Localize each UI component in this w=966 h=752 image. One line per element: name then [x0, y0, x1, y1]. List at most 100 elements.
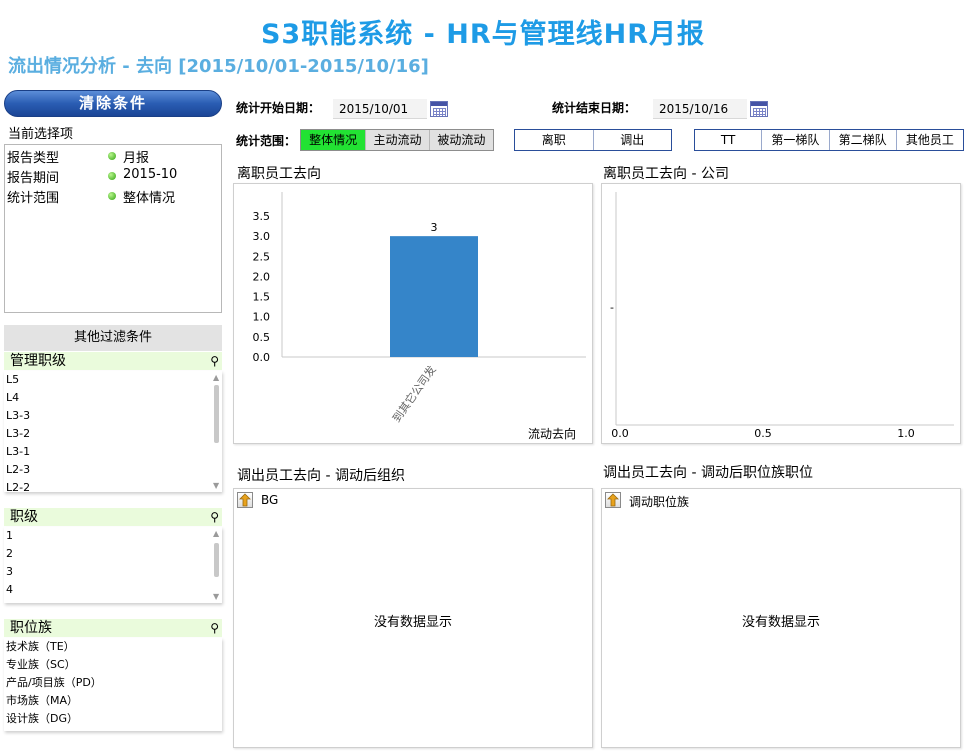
listbox-title: 职级 — [10, 509, 38, 525]
y-tick-label: 3.5 — [253, 210, 271, 223]
listbox-management-level[interactable]: L5 L4 L3-3 L3-2 L3-1 L2-3 L2-2 ▲ ▼ — [4, 371, 222, 492]
listbox-header-job-family[interactable]: 职位族 ⚲ — [4, 619, 222, 637]
y-tick-label: 0.5 — [253, 331, 271, 344]
list-item[interactable]: L5 — [4, 371, 222, 389]
y-tick-label: 2.5 — [253, 250, 271, 263]
scroll-down-icon[interactable]: ▼ — [213, 592, 219, 601]
list-item[interactable]: L2-2 — [4, 479, 222, 492]
x-tick-label: 0.0 — [611, 427, 629, 440]
column-header-bg[interactable]: BG — [261, 493, 278, 507]
list-item[interactable]: 产品/项目族（PD） — [4, 674, 222, 692]
scope-active-button[interactable]: 主动流动 — [366, 130, 430, 150]
scroll-up-icon[interactable]: ▲ — [213, 373, 219, 382]
team-button-group: TT 第一梯队 第二梯队 其他员工 — [694, 129, 964, 151]
scrollbar[interactable]: ▲ ▼ — [213, 529, 220, 601]
current-selection-label: 当前选择项 — [8, 127, 74, 142]
no-data-message: 没有数据显示 — [373, 615, 452, 630]
scroll-thumb[interactable] — [214, 385, 219, 443]
scope-button-group: 整体情况 主动流动 被动流动 — [300, 129, 494, 151]
column-header-job-family[interactable]: 调动职位族 — [629, 493, 689, 510]
scope-overall-button[interactable]: 整体情况 — [301, 130, 367, 150]
selection-row[interactable]: 统计范围 整体情况 — [7, 187, 221, 207]
current-selection-box: 报告类型 月报 报告期间 2015-10 统计范围 整体情况 — [4, 144, 222, 313]
y-tick-label: - — [610, 301, 614, 314]
start-date-label: 统计开始日期： — [236, 101, 321, 115]
list-item[interactable]: 设计族（DG） — [4, 710, 222, 728]
search-icon[interactable]: ⚲ — [210, 352, 219, 370]
selection-row[interactable]: 报告类型 月报 — [7, 147, 221, 167]
list-item[interactable]: L2-3 — [4, 461, 222, 479]
scroll-up-icon[interactable]: ▲ — [213, 529, 219, 538]
list-item[interactable]: 专业族（SC） — [4, 656, 222, 674]
chart-panel-resigned-company[interactable]: - 0.0 0.5 1.0 — [601, 183, 961, 444]
selection-key: 统计范围 — [7, 191, 60, 206]
list-item[interactable]: L3-1 — [4, 443, 222, 461]
data-label: 3 — [431, 221, 438, 234]
listbox-header-grade[interactable]: 职级 ⚲ — [4, 508, 222, 526]
type-button-group: 离职 调出 — [514, 129, 672, 151]
drill-up-icon[interactable] — [237, 492, 253, 508]
scrollbar[interactable]: ▲ ▼ — [213, 373, 220, 490]
y-tick-label: 1.5 — [253, 291, 271, 304]
selection-key: 报告类型 — [7, 151, 60, 166]
selection-value: 2015-10 — [123, 167, 178, 182]
listbox-title: 职位族 — [10, 620, 52, 636]
search-icon[interactable]: ⚲ — [210, 508, 219, 526]
listbox-job-family[interactable]: 技术族（TE） 专业族（SC） 产品/项目族（PD） 市场族（MA） 设计族（D… — [4, 638, 222, 731]
scope-passive-button[interactable]: 被动流动 — [430, 130, 493, 150]
team-other-button[interactable]: 其他员工 — [897, 130, 963, 150]
table-title-transfer-org: 调出员工去向 - 调动后组织 — [237, 468, 405, 484]
y-tick-label: 3.0 — [253, 230, 271, 243]
y-tick-label: 0.0 — [253, 351, 271, 364]
calendar-icon[interactable] — [430, 101, 448, 117]
no-data-message: 没有数据显示 — [741, 615, 820, 630]
other-filters-header: 其他过滤条件 — [4, 325, 222, 351]
table-panel-transfer-job-family[interactable]: 调动职位族 没有数据显示 — [601, 488, 961, 748]
list-item[interactable]: 2 — [4, 545, 222, 563]
search-icon[interactable]: ⚲ — [210, 619, 219, 637]
scroll-down-icon[interactable]: ▼ — [213, 481, 219, 490]
table-panel-transfer-org[interactable]: BG 没有数据显示 — [233, 488, 593, 748]
y-tick-label: 2.0 — [253, 270, 271, 283]
end-date-input[interactable]: 2015/10/16 — [653, 99, 747, 119]
selection-status-icon — [108, 172, 116, 180]
listbox-header-management-level[interactable]: 管理职级 ⚲ — [4, 352, 222, 370]
selection-status-icon — [108, 192, 116, 200]
chart-panel-resigned-destination[interactable]: 3.5 3.0 2.5 2.0 1.5 1.0 0.5 0.0 3 到其它公司发 流动去向 — [233, 183, 593, 444]
bar-chart: 3.5 3.0 2.5 2.0 1.5 1.0 0.5 0.0 3 到其它公司发流动去向 — [253, 192, 586, 441]
chart-title-resigned-company: 离职员工去向 - 公司 — [603, 166, 729, 182]
chart-title-resigned-destination: 离职员工去向 — [237, 166, 321, 182]
list-item[interactable]: 市场族（MA） — [4, 692, 222, 710]
x-tick-label: 1.0 — [897, 427, 915, 440]
empty-chart: - 0.0 0.5 1.0 — [610, 192, 954, 440]
end-date-label: 统计结束日期： — [552, 101, 637, 115]
listbox-title: 管理职级 — [10, 353, 66, 369]
scroll-thumb[interactable] — [214, 543, 219, 577]
selection-row[interactable]: 报告期间 2015-10 — [7, 167, 221, 187]
list-item[interactable]: 1 — [4, 527, 222, 545]
team-first-button[interactable]: 第一梯队 — [762, 130, 830, 150]
selection-value: 月报 — [123, 151, 150, 166]
scope-label: 统计范围： — [236, 134, 297, 148]
list-item[interactable]: 4 — [4, 581, 222, 599]
bar — [390, 236, 478, 357]
list-item[interactable]: L4 — [4, 389, 222, 407]
team-tt-button[interactable]: TT — [695, 130, 763, 150]
page-title: S3职能系统 - HR与管理线HR月报 — [260, 19, 705, 50]
selection-key: 报告期间 — [7, 171, 60, 186]
list-item[interactable]: 3 — [4, 563, 222, 581]
list-item[interactable]: 技术族（TE） — [4, 638, 222, 656]
drill-up-icon[interactable] — [605, 492, 621, 508]
y-tick-label: 1.0 — [253, 311, 271, 324]
resign-button[interactable]: 离职 — [515, 130, 594, 150]
list-item[interactable]: L3-3 — [4, 407, 222, 425]
list-item[interactable]: L3-2 — [4, 425, 222, 443]
listbox-grade[interactable]: 1 2 3 4 ▲ ▼ — [4, 527, 222, 603]
x-tick-label: 到其它公司发 — [389, 363, 438, 425]
calendar-icon[interactable] — [750, 101, 768, 117]
team-second-button[interactable]: 第二梯队 — [830, 130, 897, 150]
selection-status-icon — [108, 152, 116, 160]
start-date-input[interactable]: 2015/10/01 — [333, 99, 427, 119]
transfer-out-button[interactable]: 调出 — [594, 130, 672, 150]
clear-conditions-button[interactable]: 清除条件 — [4, 90, 222, 117]
